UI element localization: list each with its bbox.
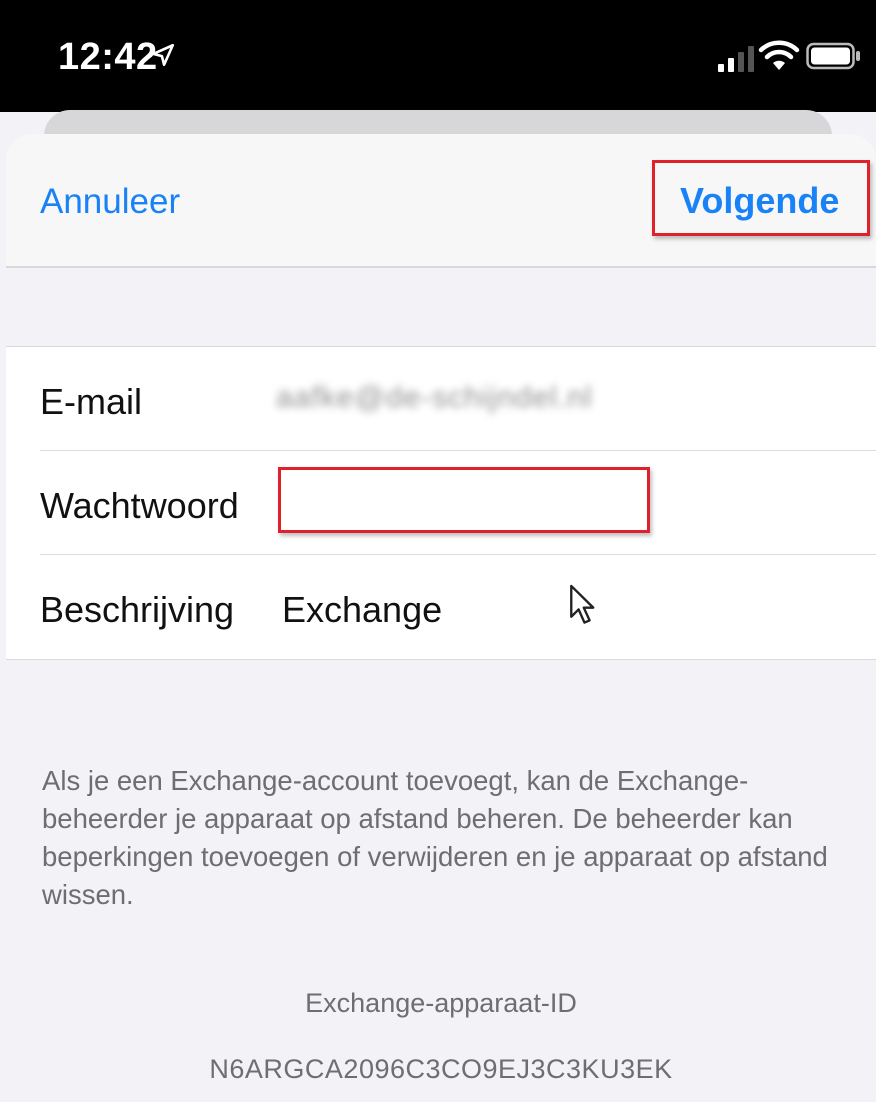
battery-icon bbox=[806, 42, 860, 70]
description-label: Beschrijving bbox=[40, 589, 235, 630]
location-arrow-icon bbox=[151, 43, 175, 67]
cancel-button[interactable]: Annuleer bbox=[40, 182, 180, 222]
description-field[interactable]: Exchange bbox=[282, 589, 442, 631]
email-field[interactable]: aafke@de-schijndel.nl bbox=[276, 381, 593, 415]
status-time: 12:42 bbox=[58, 36, 158, 78]
email-row[interactable]: E-mail aafke@de-schijndel.nl bbox=[6, 347, 876, 451]
password-row[interactable]: Wachtwoord bbox=[6, 451, 876, 555]
signal-icon bbox=[718, 46, 754, 72]
exchange-info-text: Als je een Exchange-account toevoegt, ka… bbox=[42, 765, 828, 910]
navigation-bar: Annuleer Volgende bbox=[6, 134, 876, 268]
status-bar: 12:42 bbox=[0, 0, 876, 112]
next-button[interactable]: Volgende bbox=[680, 180, 839, 222]
device-id-label: Exchange-apparaat-ID bbox=[305, 988, 577, 1018]
password-field[interactable] bbox=[278, 467, 650, 533]
mouse-pointer-icon bbox=[570, 584, 595, 624]
screen: 12:42 Annuleer Volgende E-mail aafke@de-… bbox=[0, 0, 876, 1102]
add-exchange-account-sheet: Annuleer Volgende E-mail aafke@de-schijn… bbox=[6, 134, 876, 1102]
description-row[interactable]: Beschrijving Exchange bbox=[6, 555, 876, 659]
email-label: E-mail bbox=[40, 381, 143, 422]
account-form: E-mail aafke@de-schijndel.nl Wachtwoord … bbox=[6, 346, 876, 660]
device-id-value: N6ARGCA2096C3CO9EJ3C3KU3EK bbox=[209, 1054, 673, 1084]
wifi-icon bbox=[758, 40, 800, 70]
password-label: Wachtwoord bbox=[40, 485, 239, 526]
